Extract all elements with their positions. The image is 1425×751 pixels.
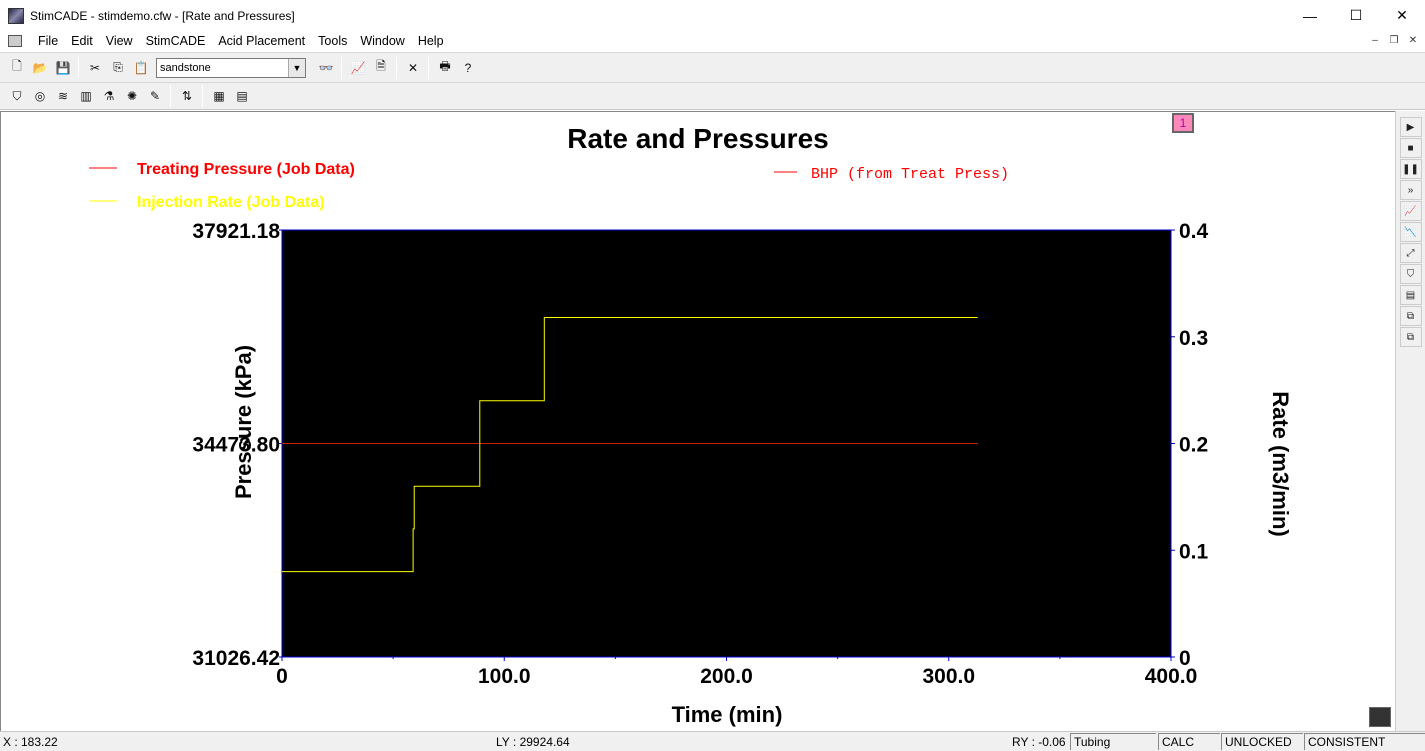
table-icon[interactable]: ▦ [208,85,230,107]
report-icon[interactable]: 🗎 [370,57,392,79]
toolbar-separator [341,56,342,79]
close-button[interactable]: ✕ [1379,0,1425,31]
x-axis-label: Time (min) [672,702,783,727]
y-right-tick-label: 0 [1179,647,1191,670]
legend-bhp: BHP (from Treat Press) [811,166,1009,183]
menu-help[interactable]: Help [412,34,451,48]
status-calc: CALC [1158,733,1220,750]
schedule-icon[interactable]: ✎ [144,85,166,107]
y-left-axis-label: Pressure (kPa) [231,345,256,499]
paste-chart-icon[interactable]: ⧉ [1399,327,1422,347]
status-bar: X : 183.22 LY : 29924.64 RY : -0.06 Tubi… [0,731,1425,751]
legend-injection-rate: Injection Rate (Job Data) [137,194,325,211]
cut-icon[interactable]: ✂ [84,57,106,79]
app-icon[interactable] [8,7,24,24]
menu-acid-placement[interactable]: Acid Placement [212,34,312,48]
copy-icon[interactable]: ⎘ [107,57,129,79]
sort-icon[interactable]: ⇅ [176,85,198,107]
status-tubing: Tubing [1070,733,1156,750]
status-ly: LY : 29924.64 [496,735,570,749]
layers-icon[interactable]: ≋ [52,85,74,107]
chevron-down-icon[interactable]: ▼ [288,58,305,77]
x-tick-label: 300.0 [922,665,975,688]
copy-chart-icon[interactable]: ⧉ [1399,306,1422,326]
x-tick-label: 200.0 [700,665,753,688]
play-icon[interactable]: ▶ [1399,117,1422,137]
menu-tools[interactable]: Tools [312,34,354,48]
menu-bar: File Edit View StimCADE Acid Placement T… [0,31,1425,51]
print-icon[interactable]: 🖶 [434,57,456,79]
mdi-close-icon[interactable]: ✕ [1405,33,1421,47]
toolbar-separator [170,85,171,107]
save-disk-icon[interactable]: 💾 [52,57,74,79]
export-image-icon[interactable] [1369,707,1391,727]
document-icon[interactable] [8,35,22,47]
legend-treating-pressure: Treating Pressure (Job Data) [137,161,355,178]
window-title: StimCADE - stimdemo.cfw - [Rate and Pres… [30,8,295,23]
formation-select-value: sandstone [160,61,211,74]
mdi-restore-icon[interactable]: ❐ [1386,33,1402,47]
chart-pan-icon[interactable]: 📉 [1399,222,1422,242]
open-folder-icon[interactable]: 📂 [29,57,51,79]
status-x: X : 183.22 [3,735,58,749]
y-right-tick-label: 0.1 [1179,540,1209,563]
wellbore-icon[interactable]: ⛉ [6,85,28,107]
treatment-icon[interactable]: ✺ [121,85,143,107]
y-right-axis-ticks: 0 0.1 0.2 0.3 0.4 [1171,220,1209,670]
y-left-tick-label: 31026.42 [192,647,280,670]
toolbar-separator [428,56,429,79]
chart-icon[interactable]: 📈 [347,57,369,79]
mdi-minimize-icon[interactable]: – [1367,33,1383,47]
fast-forward-icon[interactable]: » [1399,180,1422,200]
histogram-icon[interactable]: ▥ [75,85,97,107]
y-right-tick-label: 0.3 [1179,327,1208,350]
title-bar: StimCADE - stimdemo.cfw - [Rate and Pres… [0,0,1425,31]
y-left-tick-label: 37921.18 [192,220,280,243]
stop-icon[interactable]: ■ [1399,138,1422,158]
menu-view[interactable]: View [100,34,140,48]
paste-icon[interactable]: 📋 [130,57,152,79]
toolbar-separator [202,85,203,107]
wellbore-view-icon[interactable]: ⛉ [1399,264,1422,284]
menu-edit[interactable]: Edit [65,34,100,48]
chart-zoom-icon[interactable]: 📈 [1399,201,1422,221]
page-indicator[interactable]: 1 [1172,113,1194,133]
x-tick-label: 100.0 [478,665,531,688]
module-toolbar: ⛉ ◎ ≋ ▥ ⚗ ✺ ✎ ⇅ ▦ ▤ [0,82,1425,110]
chart-window: Rate and Pressures Treating Pressure (Jo… [0,111,1395,731]
formation-select[interactable]: sandstone ▼ [156,57,306,78]
status-ry: RY : -0.06 [1012,735,1066,749]
main-toolbar: 🗋 📂 💾 ✂ ⎘ 📋 sandstone ▼ 👓 📈 🗎 ✕ 🖶 ? [0,52,1425,82]
toolbar-separator [78,56,79,79]
chart-title: Rate and Pressures [567,123,828,154]
flask-icon[interactable]: ⚗ [98,85,120,107]
minimize-button[interactable]: — [1287,0,1333,31]
chart-reset-icon[interactable]: ⤢ [1399,243,1422,263]
sheet-icon[interactable]: ▤ [231,85,253,107]
pause-icon[interactable]: ❚❚ [1399,159,1422,179]
x-axis-ticks: 0 100.0 200.0 300.0 400.0 [276,657,1197,688]
status-unlocked: UNLOCKED [1221,733,1303,750]
right-toolstrip: ▶ ■ ❚❚ » 📈 📉 ⤢ ⛉ ▤ ⧉ ⧉ [1395,111,1425,731]
menu-stimcade[interactable]: StimCADE [140,34,213,48]
menu-file[interactable]: File [32,34,65,48]
help-icon[interactable]: ? [457,57,479,79]
reservoir-icon[interactable]: ◎ [29,85,51,107]
toolbar-separator [396,56,397,79]
status-consistent: CONSISTENT [1304,733,1425,750]
maximize-button[interactable]: ☐ [1333,0,1379,31]
new-file-icon[interactable]: 🗋 [6,57,28,79]
y-right-tick-label: 0.4 [1179,220,1209,243]
menu-window[interactable]: Window [354,34,411,48]
y-right-tick-label: 0.2 [1179,434,1208,457]
glasses-icon[interactable]: 👓 [315,57,337,79]
y-right-axis-label: Rate (m3/min) [1268,391,1293,536]
rate-pressure-chart[interactable]: Rate and Pressures Treating Pressure (Jo… [1,112,1396,732]
delete-icon[interactable]: ✕ [402,57,424,79]
layer-view-icon[interactable]: ▤ [1399,285,1422,305]
